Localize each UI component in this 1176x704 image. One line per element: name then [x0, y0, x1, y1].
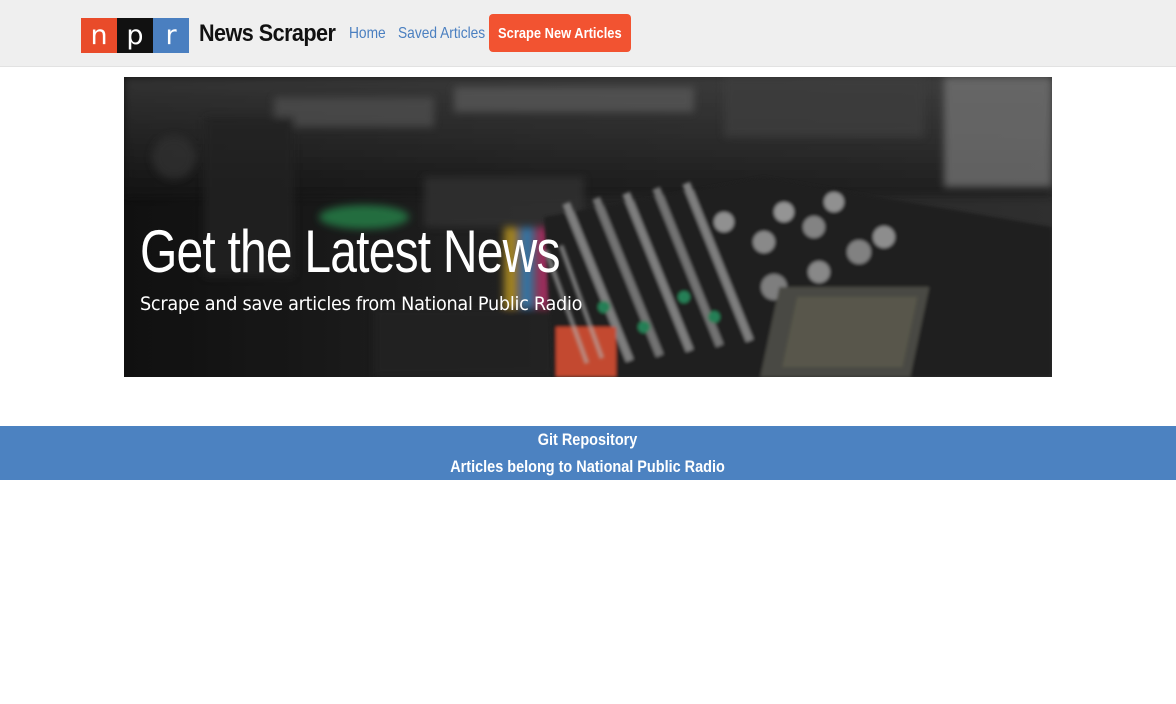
nav-home-link[interactable]: Home: [349, 22, 386, 46]
footer: Git Repository Articles belong to Nation…: [0, 426, 1176, 480]
hero-banner: Get the Latest News Scrape and save arti…: [124, 77, 1052, 377]
navbar: n p r News Scraper Home Saved Articles S…: [0, 0, 1176, 67]
logo-letter-r: r: [153, 18, 189, 53]
hero-subtitle: Scrape and save articles from National P…: [140, 293, 583, 315]
logo-letter-p: p: [117, 18, 153, 53]
scrape-button-label: Scrape New Articles: [498, 24, 622, 42]
brand-title[interactable]: News Scraper: [199, 18, 336, 50]
logo-letter-n: n: [81, 18, 117, 53]
hero-title: Get the Latest News: [140, 218, 560, 285]
nav-saved-articles-link[interactable]: Saved Articles: [398, 22, 485, 46]
git-repository-label: Git Repository: [538, 430, 638, 449]
git-repository-link[interactable]: Git Repository: [0, 426, 1176, 453]
footer-credit: Articles belong to National Public Radio: [0, 453, 1176, 480]
footer-credit-text: Articles belong to National Public Radio: [450, 457, 726, 476]
npr-logo[interactable]: n p r: [81, 18, 189, 53]
scrape-new-articles-button[interactable]: Scrape New Articles: [489, 14, 631, 52]
